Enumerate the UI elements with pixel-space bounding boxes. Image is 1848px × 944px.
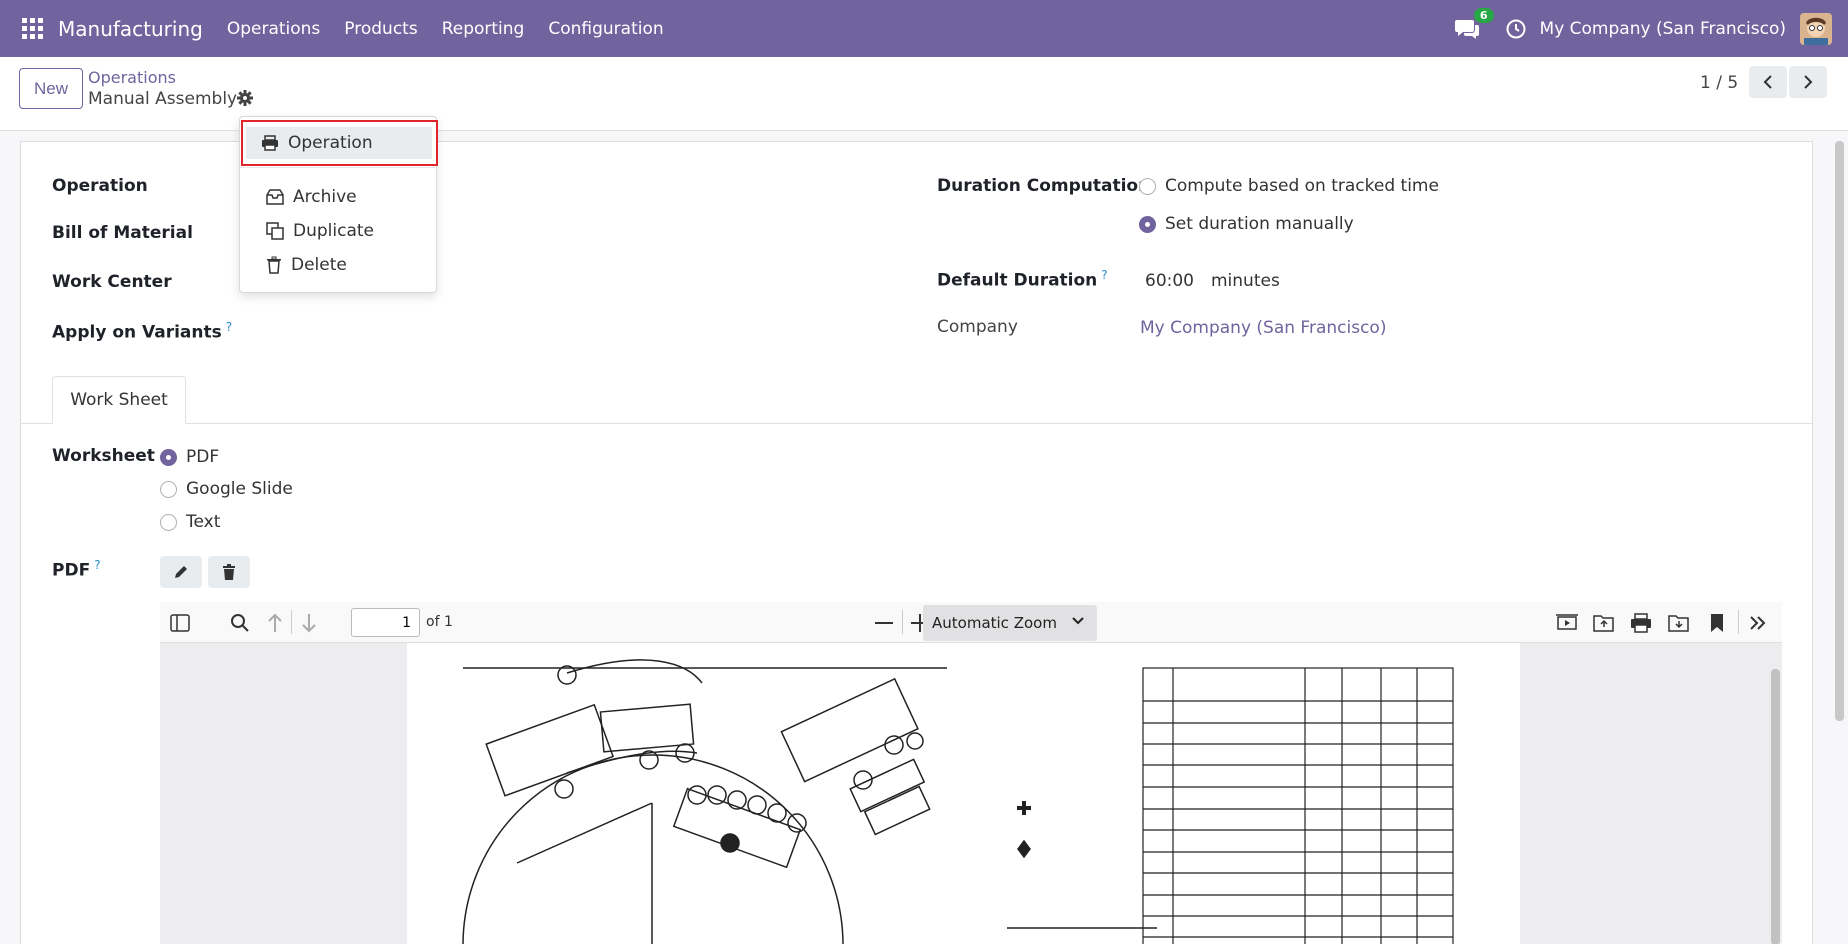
chevron-right-icon [1804, 75, 1813, 89]
top-navbar: Manufacturing Operations Products Report… [0, 0, 1848, 57]
page-number-input[interactable] [351, 608, 420, 637]
help-icon[interactable]: ? [226, 320, 232, 334]
company-switcher[interactable]: My Company (San Francisco) [1540, 19, 1786, 39]
radio-label: Text [186, 512, 221, 532]
arrow-up-icon[interactable] [263, 611, 287, 635]
sidebar-toggle-icon[interactable] [168, 611, 192, 635]
radio-compute-tracked[interactable]: Compute based on tracked time [1139, 176, 1439, 196]
download-icon[interactable] [1667, 611, 1691, 635]
pager-next-button[interactable] [1789, 66, 1827, 98]
default-duration-label: Default Duration? [937, 268, 1108, 291]
search-icon[interactable] [228, 611, 252, 635]
breadcrumb-current: Manual Assembly [88, 89, 238, 109]
trash-icon [267, 256, 281, 274]
worksheet-label: Worksheet [52, 446, 155, 466]
operation-label: Operation [52, 176, 148, 196]
radio-label: Compute based on tracked time [1165, 176, 1439, 196]
chevron-down-icon [1072, 617, 1084, 625]
radio-label: Google Slide [186, 479, 293, 499]
pdf-toolbar: of 1 Automatic Zoom [160, 602, 1782, 643]
pager-value[interactable]: 1 / 5 [1700, 73, 1738, 93]
zoom-value: Automatic Zoom [932, 614, 1057, 632]
duration-computation-label: Duration Computation [937, 176, 1151, 196]
help-icon[interactable]: ? [94, 558, 100, 572]
menu-item-label: Operation [288, 133, 373, 153]
menu-item-label: Archive [293, 187, 357, 207]
bookmark-icon[interactable] [1705, 611, 1729, 635]
radio-worksheet-google-slide[interactable]: Google Slide [160, 479, 293, 499]
radio-worksheet-pdf[interactable]: PDF [160, 447, 219, 467]
menu-item-label: Duplicate [293, 221, 374, 241]
toolbar-separator [1738, 610, 1739, 634]
chat-badge: 6 [1473, 7, 1494, 23]
app-name[interactable]: Manufacturing [58, 17, 203, 41]
help-icon[interactable]: ? [1101, 268, 1107, 282]
duplicate-item[interactable]: Duplicate [240, 214, 436, 248]
zoom-out-icon[interactable] [872, 611, 896, 635]
pdf-label: PDF? [52, 558, 101, 581]
app-grid-icon[interactable] [22, 17, 44, 40]
activity-clock-icon[interactable] [1506, 19, 1526, 39]
pager-previous-button[interactable] [1749, 66, 1787, 98]
user-avatar[interactable] [1800, 12, 1832, 45]
company-label: Company [937, 317, 1018, 337]
zoom-select[interactable]: Automatic Zoom [923, 605, 1097, 641]
main-menu: Operations Products Reporting Configurat… [215, 19, 676, 39]
radio-dot-checked[interactable] [160, 448, 177, 466]
duration-unit: minutes [1211, 271, 1280, 291]
toolbar-separator [902, 610, 903, 634]
gear-icon[interactable] [236, 89, 254, 107]
page-count: of 1 [426, 614, 453, 630]
radio-dot-checked[interactable] [1139, 215, 1156, 233]
print-icon[interactable] [1629, 611, 1653, 635]
chevron-left-icon [1763, 75, 1772, 89]
navbar-systray: 6 My Company (San Francisco) [1454, 0, 1848, 57]
tab-work-sheet[interactable]: Work Sheet [52, 376, 186, 424]
archive-icon [266, 189, 284, 205]
arrow-down-icon[interactable] [297, 611, 321, 635]
chat-icon[interactable]: 6 [1454, 7, 1494, 40]
delete-pdf-button[interactable] [208, 556, 250, 588]
trash-icon [223, 564, 235, 580]
menu-reporting[interactable]: Reporting [430, 19, 537, 39]
open-file-icon[interactable] [1592, 611, 1616, 635]
archive-item[interactable]: Archive [240, 180, 436, 214]
tools-chevron-icon[interactable] [1746, 611, 1770, 635]
pencil-icon [175, 566, 187, 578]
apply-variants-label: Apply on Variants? [52, 320, 233, 343]
radio-dot[interactable] [160, 480, 177, 498]
pdf-viewer: of 1 Automatic Zoom [160, 602, 1782, 944]
menu-configuration[interactable]: Configuration [536, 19, 675, 39]
menu-item-label: Delete [291, 255, 347, 275]
default-duration-input[interactable]: 60:00 [1145, 271, 1194, 291]
pdf-scrollbar[interactable] [1771, 669, 1780, 944]
presentation-mode-icon[interactable] [1555, 611, 1579, 635]
pdf-page-canvas [407, 643, 1520, 944]
pdf-worksheet-drawing [462, 659, 1454, 944]
dropdown-divider [240, 167, 436, 168]
bom-label: Bill of Material [52, 223, 193, 243]
radio-set-manually[interactable]: Set duration manually [1139, 214, 1354, 234]
breadcrumb-parent[interactable]: Operations [88, 68, 176, 87]
radio-label: Set duration manually [1165, 214, 1354, 234]
page-scrollbar[interactable] [1835, 141, 1844, 721]
radio-label: PDF [186, 447, 220, 467]
menu-operations[interactable]: Operations [215, 19, 332, 39]
tabs-divider [21, 423, 1812, 424]
print-icon [262, 135, 278, 151]
radio-worksheet-text[interactable]: Text [160, 512, 220, 532]
new-button[interactable]: New [19, 68, 83, 109]
company-field[interactable]: My Company (San Francisco) [1140, 318, 1386, 338]
toolbar-separator [291, 610, 292, 634]
menu-products[interactable]: Products [332, 19, 429, 39]
work-center-label: Work Center [52, 272, 172, 292]
radio-dot[interactable] [160, 513, 177, 531]
edit-pdf-button[interactable] [160, 556, 202, 588]
gear-dropdown-menu: Operation Archive Duplicate Delete [239, 116, 437, 293]
radio-dot[interactable] [1139, 177, 1156, 195]
delete-item[interactable]: Delete [240, 248, 436, 282]
print-operation-item[interactable]: Operation [246, 127, 432, 159]
duplicate-icon [266, 222, 284, 240]
